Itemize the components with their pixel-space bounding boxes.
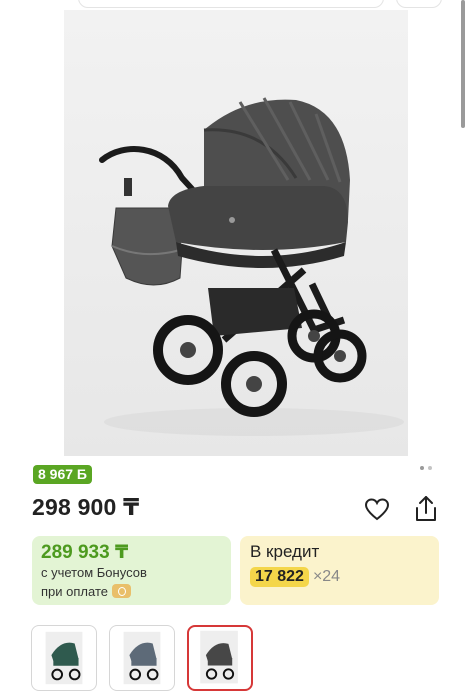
credit-months: ×24: [312, 568, 341, 585]
scrollbar[interactable]: [461, 0, 465, 128]
bonus-note-line2-text: при оплате: [41, 584, 108, 599]
share-button[interactable]: [412, 494, 440, 524]
search-bar-edge[interactable]: [78, 0, 384, 8]
credit-payment-row: 17 822 ×24: [250, 567, 340, 587]
bonus-note-line1: с учетом Бонусов: [41, 565, 147, 580]
gallery-dot[interactable]: [428, 466, 432, 470]
thumbnail-dark-grey[interactable]: [187, 625, 253, 691]
thumbnail-green[interactable]: [31, 625, 97, 691]
stroller-thumb-green: [45, 631, 83, 685]
thumbnail-grey-blue[interactable]: [109, 625, 175, 691]
coin-icon: [111, 584, 131, 598]
stroller-thumb-dark-grey: [200, 630, 238, 684]
product-main-image[interactable]: [64, 10, 408, 456]
gallery-dot[interactable]: [420, 466, 424, 470]
credit-monthly-amount: 17 822: [250, 567, 309, 587]
bonus-note-line2: при оплате: [41, 584, 131, 599]
bonus-price: 289 933 ₸: [41, 542, 129, 563]
top-action-edge[interactable]: [396, 0, 442, 8]
gallery-pagination: [420, 466, 432, 470]
product-price: 298 900 ₸: [32, 494, 140, 520]
stroller-illustration: [99, 97, 404, 436]
favorite-button[interactable]: [364, 497, 390, 523]
stroller-thumb-grey-blue: [123, 631, 161, 685]
heart-icon: [364, 498, 390, 521]
bonus-badge: 8 967 Б: [33, 465, 92, 484]
bonus-price-card[interactable]: 289 933 ₸ с учетом Бонусов при оплате: [32, 536, 231, 605]
share-icon: [416, 496, 436, 521]
credit-title: В кредит: [250, 542, 320, 561]
credit-card[interactable]: В кредит 17 822 ×24: [240, 536, 439, 605]
